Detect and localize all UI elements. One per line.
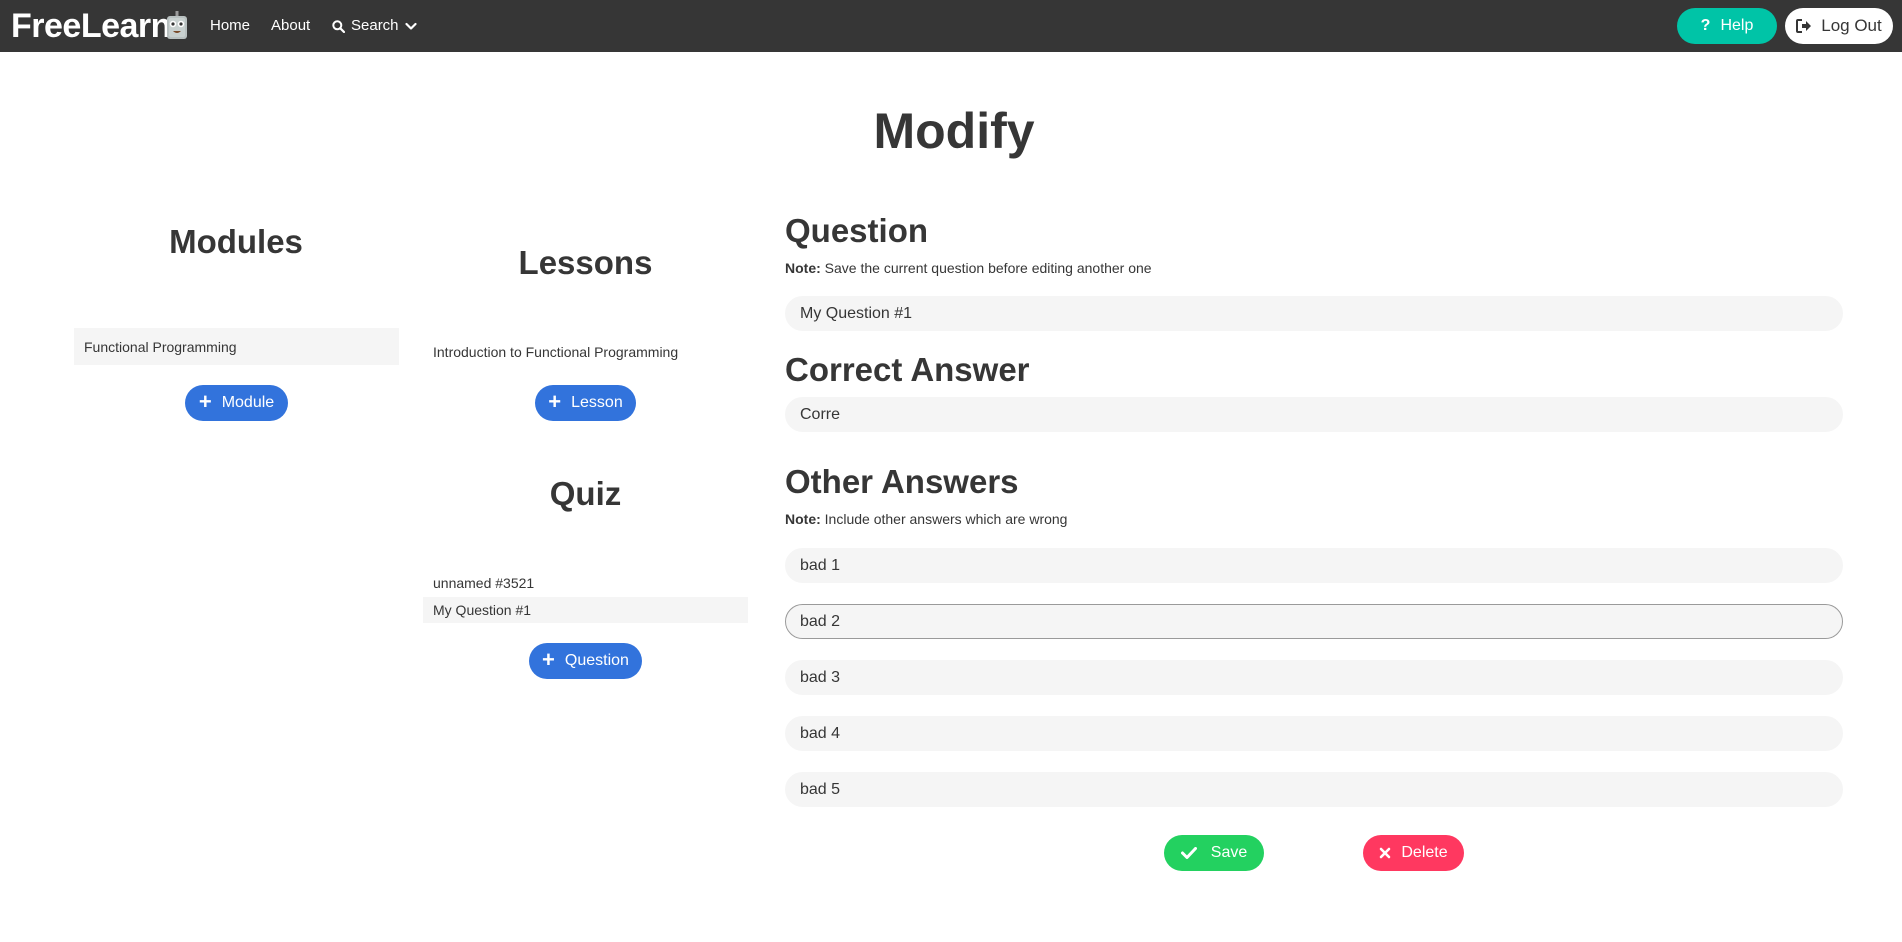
add-lesson-button[interactable]: + Lesson	[535, 385, 636, 421]
question-input[interactable]	[785, 296, 1843, 331]
plus-icon: +	[542, 647, 555, 672]
other-answers-note-text: Include other answers which are wrong	[824, 511, 1068, 527]
other-answers-note-label: Note:	[785, 511, 821, 527]
nav-search-dropdown[interactable]: Search	[332, 17, 417, 35]
question-note-label: Note:	[785, 260, 821, 276]
other-answer-input-4[interactable]	[785, 716, 1843, 751]
logout-button[interactable]: Log Out	[1785, 8, 1893, 44]
brand-name[interactable]: FreeLearn	[11, 7, 171, 45]
add-question-label: Question	[564, 652, 629, 669]
add-module-button[interactable]: + Module	[185, 385, 288, 421]
robot-logo-icon[interactable]	[165, 11, 189, 41]
plus-icon: +	[198, 389, 212, 414]
other-answers-heading: Other Answers	[785, 463, 1019, 500]
correct-answer-heading: Correct Answer	[785, 351, 1030, 388]
add-question-button[interactable]: + Question	[529, 643, 642, 679]
check-icon	[1180, 847, 1197, 859]
help-button-label: Help	[1720, 17, 1754, 34]
search-icon	[332, 19, 345, 33]
save-button-label: Save	[1210, 844, 1248, 861]
question-note: Note: Save the current question before e…	[785, 260, 1152, 276]
navbar: FreeLearn Home About Search ? Help Log O…	[0, 0, 1902, 52]
plus-icon: +	[548, 389, 562, 414]
logout-button-label: Log Out	[1821, 16, 1882, 35]
other-answer-input-2[interactable]	[785, 604, 1843, 639]
module-list-item[interactable]: Functional Programming	[74, 328, 399, 365]
other-answer-input-3[interactable]	[785, 660, 1843, 695]
help-button[interactable]: ? Help	[1677, 8, 1777, 44]
question-mark-icon: ?	[1700, 17, 1711, 34]
nav-about-link[interactable]: About	[271, 17, 310, 35]
add-module-label: Module	[221, 394, 275, 411]
delete-button-label: Delete	[1401, 844, 1448, 861]
other-answer-input-1[interactable]	[785, 548, 1843, 583]
question-note-text: Save the current question before editing…	[824, 260, 1152, 276]
quiz-list-item-selected[interactable]: My Question #1	[423, 597, 748, 623]
page-title-text: Modify	[873, 103, 1035, 159]
other-answers-note: Note: Include other answers which are wr…	[785, 511, 1067, 527]
lessons-heading: Lessons	[518, 244, 653, 281]
chevron-down-icon	[404, 22, 417, 30]
nav-search-label: Search	[351, 17, 399, 34]
nav-home-link[interactable]: Home	[210, 17, 250, 35]
other-answer-input-5[interactable]	[785, 772, 1843, 807]
lesson-list-item[interactable]: Introduction to Functional Programming	[423, 342, 748, 362]
sign-out-icon	[1796, 19, 1812, 33]
page-title: Modify	[0, 101, 1902, 161]
add-lesson-label: Lesson	[571, 394, 623, 411]
save-button[interactable]: Save	[1164, 835, 1264, 871]
quiz-heading: Quiz	[549, 475, 622, 512]
delete-button[interactable]: Delete	[1363, 835, 1464, 871]
modules-heading: Modules	[169, 223, 303, 260]
quiz-list-item[interactable]: unnamed #3521	[423, 573, 748, 593]
question-heading: Question	[785, 212, 929, 249]
correct-answer-input[interactable]	[785, 397, 1843, 432]
close-icon	[1380, 847, 1391, 859]
